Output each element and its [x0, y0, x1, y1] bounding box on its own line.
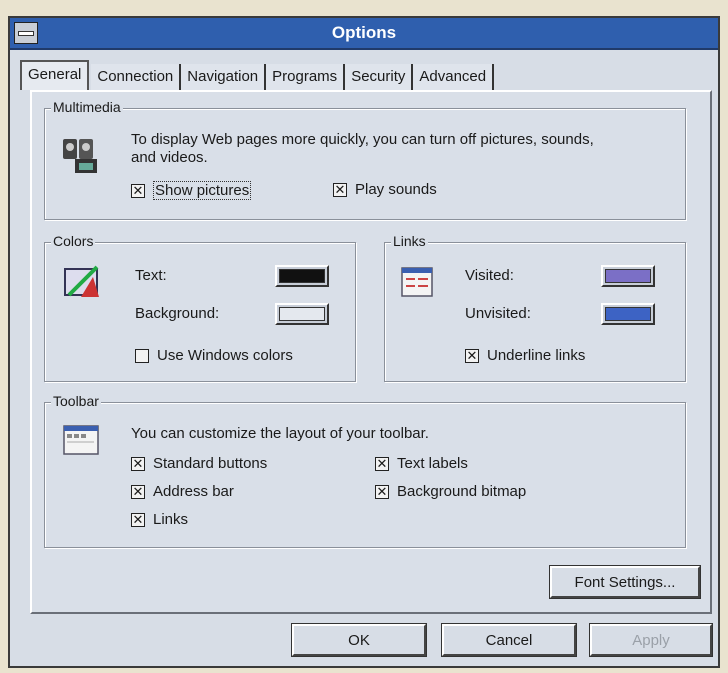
colors-group: Colors Text: Background: Use Windows col…	[44, 233, 356, 382]
tab-strip: General Connection Navigation Programs S…	[20, 60, 495, 90]
background-color-swatch	[279, 307, 325, 321]
text-labels-checkbox[interactable]: ✕ Text labels	[375, 455, 468, 472]
toolbar-description: You can customize the layout of your too…	[131, 425, 429, 442]
background-bitmap-check-icon: ✕	[375, 483, 389, 499]
visited-color-label: Visited:	[465, 267, 514, 284]
use-windows-colors-box	[135, 348, 149, 363]
background-color-button[interactable]	[275, 303, 329, 325]
text-labels-check-icon: ✕	[375, 455, 389, 471]
unvisited-color-swatch	[605, 307, 651, 321]
links-page-icon	[401, 267, 433, 297]
tab-connection[interactable]: Connection	[91, 64, 182, 90]
standard-buttons-check-icon: ✕	[131, 455, 145, 471]
cancel-button[interactable]: Cancel	[441, 623, 577, 657]
text-labels-label: Text labels	[397, 455, 468, 472]
tab-programs[interactable]: Programs	[266, 64, 346, 90]
unvisited-color-label: Unvisited:	[465, 305, 531, 322]
text-color-button[interactable]	[275, 265, 329, 287]
standard-buttons-checkbox[interactable]: ✕ Standard buttons	[131, 455, 267, 472]
background-bitmap-label: Background bitmap	[397, 483, 527, 500]
play-sounds-label: Play sounds	[355, 181, 437, 198]
toolbar-group: Toolbar You can customize the layout of …	[44, 393, 686, 548]
links-toolbar-check-icon: ✕	[131, 511, 145, 527]
show-pictures-label: Show pictures	[153, 181, 252, 200]
address-bar-checkbox[interactable]: ✕ Address bar	[131, 483, 234, 500]
tab-navigation[interactable]: Navigation	[181, 64, 267, 90]
use-windows-colors-checkbox[interactable]: Use Windows colors	[135, 347, 293, 364]
general-tab-panel: Multimedia To display Web pages more qui…	[30, 90, 712, 614]
paint-palette-icon	[64, 265, 99, 297]
visited-color-swatch	[605, 269, 651, 283]
address-bar-check-icon: ✕	[131, 483, 145, 499]
background-bitmap-checkbox[interactable]: ✕ Background bitmap	[375, 483, 526, 500]
multimedia-group: Multimedia To display Web pages more qui…	[44, 99, 686, 220]
multimedia-group-label: Multimedia	[51, 99, 123, 115]
underline-links-check-icon: ✕	[465, 347, 479, 363]
toolbar-window-icon	[63, 425, 99, 455]
toolbar-group-label: Toolbar	[51, 393, 101, 409]
links-group: Links Visited: Unvisited: ✕ Underline li…	[384, 233, 686, 382]
multimedia-icon	[63, 139, 97, 173]
show-pictures-checkbox[interactable]: ✕ Show pictures	[131, 181, 252, 200]
background-color-label: Background:	[135, 305, 220, 322]
text-color-label: Text:	[135, 267, 167, 284]
colors-group-label: Colors	[51, 233, 96, 249]
underline-links-checkbox[interactable]: ✕ Underline links	[465, 347, 585, 364]
ok-button[interactable]: OK	[291, 623, 427, 657]
font-settings-button[interactable]: Font Settings...	[549, 565, 701, 599]
links-group-label: Links	[391, 233, 428, 249]
tab-advanced[interactable]: Advanced	[413, 64, 495, 90]
unvisited-color-button[interactable]	[601, 303, 655, 325]
tab-general[interactable]: General	[20, 60, 90, 90]
use-windows-colors-label: Use Windows colors	[157, 347, 293, 364]
multimedia-description-line2: and videos.	[131, 149, 208, 166]
text-color-swatch	[279, 269, 325, 283]
links-toolbar-label: Links	[153, 511, 189, 528]
window-title: Options	[331, 23, 397, 42]
visited-color-button[interactable]	[601, 265, 655, 287]
address-bar-label: Address bar	[153, 483, 234, 500]
underline-links-label: Underline links	[487, 347, 586, 364]
system-menu-icon[interactable]	[14, 22, 38, 44]
play-sounds-checkbox[interactable]: ✕ Play sounds	[333, 181, 437, 198]
links-toolbar-checkbox[interactable]: ✕ Links	[131, 511, 188, 528]
apply-button[interactable]: Apply	[589, 623, 713, 657]
options-dialog: Options General Connection Navigation Pr…	[8, 16, 720, 668]
multimedia-description-line1: To display Web pages more quickly, you c…	[131, 131, 594, 148]
play-sounds-check-icon: ✕	[333, 181, 347, 197]
show-pictures-check-icon: ✕	[131, 182, 145, 198]
tab-security[interactable]: Security	[345, 64, 414, 90]
title-bar: Options	[10, 18, 718, 50]
standard-buttons-label: Standard buttons	[153, 455, 268, 472]
